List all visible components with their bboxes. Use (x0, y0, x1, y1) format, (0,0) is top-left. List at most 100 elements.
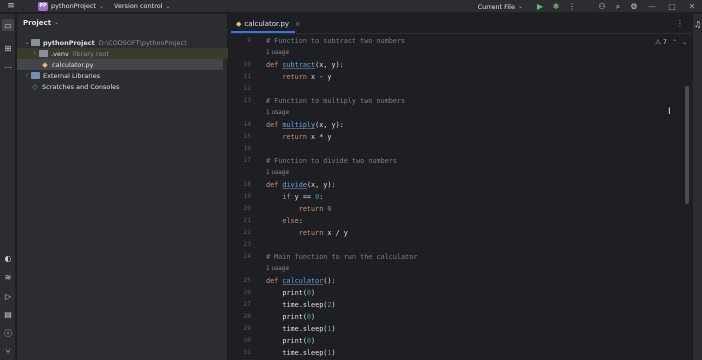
tree-item-pythonproject[interactable]: ⌄ pythonProject D:\CODSOFT\pythonProject (17, 37, 228, 48)
code-line: def calculator(): (266, 277, 336, 285)
minimize-icon[interactable]: — (642, 0, 662, 13)
line-number: 15 (243, 133, 251, 140)
run-configuration-selector[interactable]: Current File ⌄ (478, 3, 523, 11)
line-number: 29 (243, 325, 251, 332)
code-line: return x - y (282, 73, 332, 81)
tree-item-external-libraries[interactable]: › External Libraries (17, 70, 228, 81)
problems-icon[interactable]: ⓘ (2, 327, 14, 339)
warning-icon: ⚠ (655, 38, 661, 46)
tree-item-label: External Libraries (43, 71, 101, 80)
line-number: 27 (243, 301, 251, 308)
usage-hint[interactable]: 1 usage (266, 107, 289, 119)
debug-icon[interactable]: ✱ (548, 0, 564, 13)
editor-tab-bar: ◆ calculator.py × ⋮ (229, 14, 692, 34)
search-icon[interactable]: ⌕ (610, 0, 626, 13)
line-number-gutter: 9 10 11 12 13 14 15 16 17 18 19 20 21 22 23 24 25 26 27 28 2… (229, 35, 259, 360)
code-line: print(0) (266, 289, 316, 297)
library-icon (31, 72, 40, 79)
code-editor[interactable]: # Function to subtract two numbers def su… (266, 35, 686, 360)
tab-label: calculator.py (244, 20, 290, 28)
more-tools-icon[interactable]: ⋯ (2, 61, 14, 73)
run-icon[interactable]: ▶ (532, 0, 548, 13)
usage-hint[interactable]: 1 usage (266, 263, 289, 275)
line-number: 31 (243, 349, 251, 356)
line-number: 25 (243, 277, 251, 284)
git-icon[interactable]: ⑂ (2, 345, 14, 357)
code-line: if y == 0: (282, 193, 324, 201)
tree-item-label: Scratches and Consoles (42, 82, 120, 91)
project-panel: Project ⌄ ⌄ pythonProject D:\CODSOFT\pyt… (17, 14, 228, 360)
line-number: 17 (243, 157, 251, 164)
tree-item-label: calculator.py (52, 60, 94, 69)
tree-item-calculator-py[interactable]: ◆ calculator.py (17, 59, 223, 70)
profile-icon[interactable]: ⚇ (594, 0, 610, 13)
run-config-label: Current File (477, 2, 515, 11)
maximize-icon[interactable]: ▢ (662, 0, 682, 13)
chevron-down-icon: ⌄ (54, 19, 60, 26)
line-number: 24 (243, 253, 251, 260)
editor-area: ◆ calculator.py × ⋮ 9 10 11 12 13 14 15 16 17 18 1… (229, 14, 692, 360)
expand-arrow-icon[interactable]: ⌄ (23, 39, 31, 46)
services-icon[interactable]: ▷ (2, 290, 14, 302)
close-tab-icon[interactable]: × (295, 21, 300, 28)
line-number: 9 (247, 37, 251, 44)
tree-item-path: D:\CODSOFT\pythonProject (98, 38, 187, 47)
chevron-down-icon[interactable]: ⌄ (682, 39, 687, 46)
code-line: time.sleep(1) (266, 325, 336, 333)
project-panel-header[interactable]: Project ⌄ (17, 14, 227, 31)
terminal-icon[interactable]: ▤ (2, 308, 14, 320)
line-number: 21 (243, 217, 251, 224)
expand-arrow-icon[interactable]: › (23, 72, 31, 79)
inspection-widget[interactable]: ⚠ 7 ⌃ ⌄ (655, 38, 687, 46)
code-line: def subtract(x, y): (266, 61, 344, 69)
close-icon[interactable]: ✕ (682, 0, 702, 13)
line-number: 11 (243, 73, 251, 80)
code-line: print(0) (266, 337, 316, 345)
tree-item-hint: library root (72, 49, 109, 58)
code-line: print(0) (266, 313, 316, 321)
code-line: def multiply(x, y): (266, 121, 344, 129)
tab-calculator-py[interactable]: ◆ calculator.py × (231, 17, 300, 33)
more-actions-icon[interactable]: ⋮ (564, 0, 580, 13)
text-cursor-icon: I (668, 107, 671, 117)
code-line: time.sleep(2) (266, 301, 336, 309)
right-tool-strip: ♫ (692, 14, 702, 360)
code-line: # Function to subtract two numbers (266, 37, 406, 45)
scratches-icon: ◇ (32, 82, 38, 91)
chevron-up-icon[interactable]: ⌃ (672, 39, 677, 46)
code-line: # Function to multiply two numbers (266, 97, 406, 105)
code-line: else: (282, 217, 303, 225)
line-number: 26 (243, 289, 251, 296)
structure-icon[interactable]: ⊞ (2, 42, 14, 54)
project-badge: PP (38, 1, 48, 11)
line-number: 20 (243, 205, 251, 212)
project-tool-icon[interactable]: ▭ (2, 19, 14, 31)
tree-item-venv[interactable]: › .venv library root (17, 48, 228, 59)
vertical-scrollbar[interactable] (685, 86, 689, 204)
tree-item-scratches[interactable]: ◇ Scratches and Consoles (17, 81, 228, 92)
version-control-label: Version control (114, 2, 163, 10)
chevron-down-icon: ⌄ (98, 2, 105, 10)
main-menu-icon[interactable]: ≡ (0, 0, 22, 13)
notifications-icon[interactable]: ♫ (694, 20, 701, 29)
project-name: pythonProject (51, 2, 96, 10)
line-number: 30 (243, 337, 251, 344)
line-number: 18 (243, 181, 251, 188)
python-file-icon: ◆ (236, 20, 242, 28)
chevron-down-icon: ⌄ (517, 3, 523, 10)
usage-hint[interactable]: 1 usage (266, 47, 289, 59)
settings-icon[interactable]: ⚙ (626, 0, 642, 13)
project-switcher[interactable]: PP pythonProject ⌄ (38, 1, 105, 11)
usage-hint[interactable]: 1 usage (266, 167, 289, 179)
line-number: 14 (243, 121, 251, 128)
code-line: # Function to divide two numbers (266, 157, 397, 165)
tab-menu-icon[interactable]: ⋮ (676, 19, 684, 28)
line-number: 13 (243, 97, 251, 104)
python-packages-icon[interactable]: ◐ (2, 252, 14, 264)
code-line: return 0 (298, 205, 332, 213)
tree-item-label: .venv (51, 49, 69, 58)
layers-icon[interactable]: ≋ (2, 271, 14, 283)
expand-arrow-icon[interactable]: › (31, 50, 39, 57)
code-line: return x * y (282, 133, 332, 141)
version-control-menu[interactable]: Version control ⌄ (114, 2, 171, 10)
